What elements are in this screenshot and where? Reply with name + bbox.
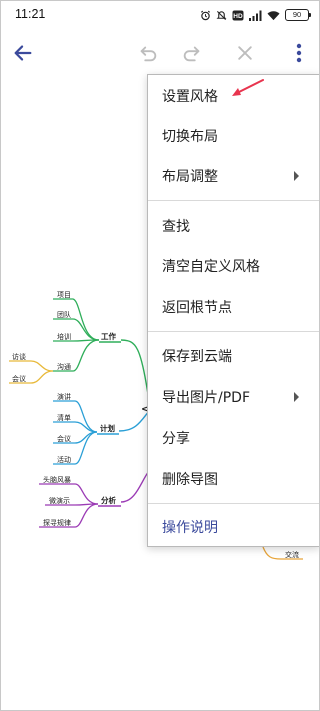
node-analysis-2[interactable]: 微演示 [49,496,70,505]
node-item-2[interactable]: 团队 [57,310,71,319]
node-plan-1[interactable]: 演讲 [57,392,71,401]
toolbar [1,31,319,75]
branch-label-plan[interactable]: 计划 [100,423,115,433]
close-icon[interactable] [231,39,259,67]
menu-item-adjust-layout[interactable]: 布局调整 [148,156,319,196]
redo-icon[interactable] [178,39,206,67]
node-plan-2[interactable]: 清单 [57,413,71,422]
svg-text:HD: HD [233,13,243,20]
node-plan-4[interactable]: 活动 [57,455,71,464]
menu-item-label: 清空自定义风格 [162,259,260,275]
menu-item-label: 查找 [162,219,190,235]
submenu-arrow-icon [294,171,299,181]
menu-item-label: 操作说明 [162,520,218,536]
branch-label-work[interactable]: 工作 [101,331,116,341]
menu-item-label: 返回根节点 [162,300,232,316]
app-screen: 11:21 HD 90 < 工作 项目 团队 培训 沟通 访谈 会议 计划 演讲… [0,0,320,711]
node-analysis-3[interactable]: 探寻规律 [43,518,71,527]
more-vert-icon[interactable] [285,39,313,67]
menu-divider [148,503,319,504]
menu-item-share[interactable]: 分享 [148,418,319,458]
menu-item-label: 删除导图 [162,472,218,488]
menu-item-delete-map[interactable]: 删除导图 [148,459,319,499]
hd-icon: HD [232,6,244,25]
menu-item-clear-custom-style[interactable]: 清空自定义风格 [148,246,319,286]
root-connector-work [120,339,150,402]
status-bar: 11:21 HD 90 [1,1,319,29]
menu-item-switch-layout[interactable]: 切换布局 [148,116,319,156]
battery-icon: 90 [285,9,311,21]
menu-item-find[interactable]: 查找 [148,206,319,246]
node-item-1[interactable]: 项目 [57,291,71,299]
mute-icon [216,6,227,25]
branch-plan: 计划 演讲 清单 会议 活动 [53,392,119,465]
node-item-3[interactable]: 培训 [57,332,71,341]
node-sub-2[interactable]: 会议 [12,374,26,383]
connector-plan-2 [53,421,98,433]
node-right[interactable]: 交流 [285,550,299,559]
overflow-menu: 设置风格 切换布局 布局调整 查找 清空自定义风格 返回根节点 保存到云端 导出… [147,74,319,547]
connector-sub-1 [9,360,54,372]
menu-item-help[interactable]: 操作说明 [148,507,319,547]
menu-item-label: 分享 [162,431,190,447]
menu-divider [148,331,319,332]
menu-item-label: 保存到云端 [162,349,232,365]
menu-item-back-to-root[interactable]: 返回根节点 [148,287,319,327]
node-plan-3[interactable]: 会议 [57,434,71,443]
alarm-icon [200,6,211,25]
branch-work: 工作 项目 团队 培训 沟通 访谈 会议 [9,291,121,384]
menu-item-label: 设置风格 [162,89,218,105]
signal-icon [249,6,262,25]
node-sub-1[interactable]: 访谈 [12,352,26,361]
submenu-arrow-icon [294,392,299,402]
node-item-4[interactable]: 沟通 [57,362,71,371]
menu-item-label: 导出图片/PDF [162,390,250,406]
annotation-arrow-icon [232,79,264,96]
branch-analysis: 分析 头脑风暴 微演示 探寻规律 [39,475,121,528]
menu-item-label: 切换布局 [162,129,218,145]
menu-divider [148,200,319,201]
menu-item-label: 布局调整 [162,169,218,185]
wifi-icon [267,6,280,25]
back-arrow-icon[interactable] [9,39,37,67]
status-icons: HD 90 [200,6,311,25]
root-connector-analysis [120,470,150,503]
undo-icon[interactable] [134,39,162,67]
menu-item-save-cloud[interactable]: 保存到云端 [148,336,319,376]
node-analysis-1[interactable]: 头脑风暴 [43,475,71,484]
status-time: 11:21 [15,7,46,21]
branch-label-analysis[interactable]: 分析 [101,495,116,505]
menu-item-export[interactable]: 导出图片/PDF [148,377,319,417]
branch-right: 交流 [262,546,303,560]
